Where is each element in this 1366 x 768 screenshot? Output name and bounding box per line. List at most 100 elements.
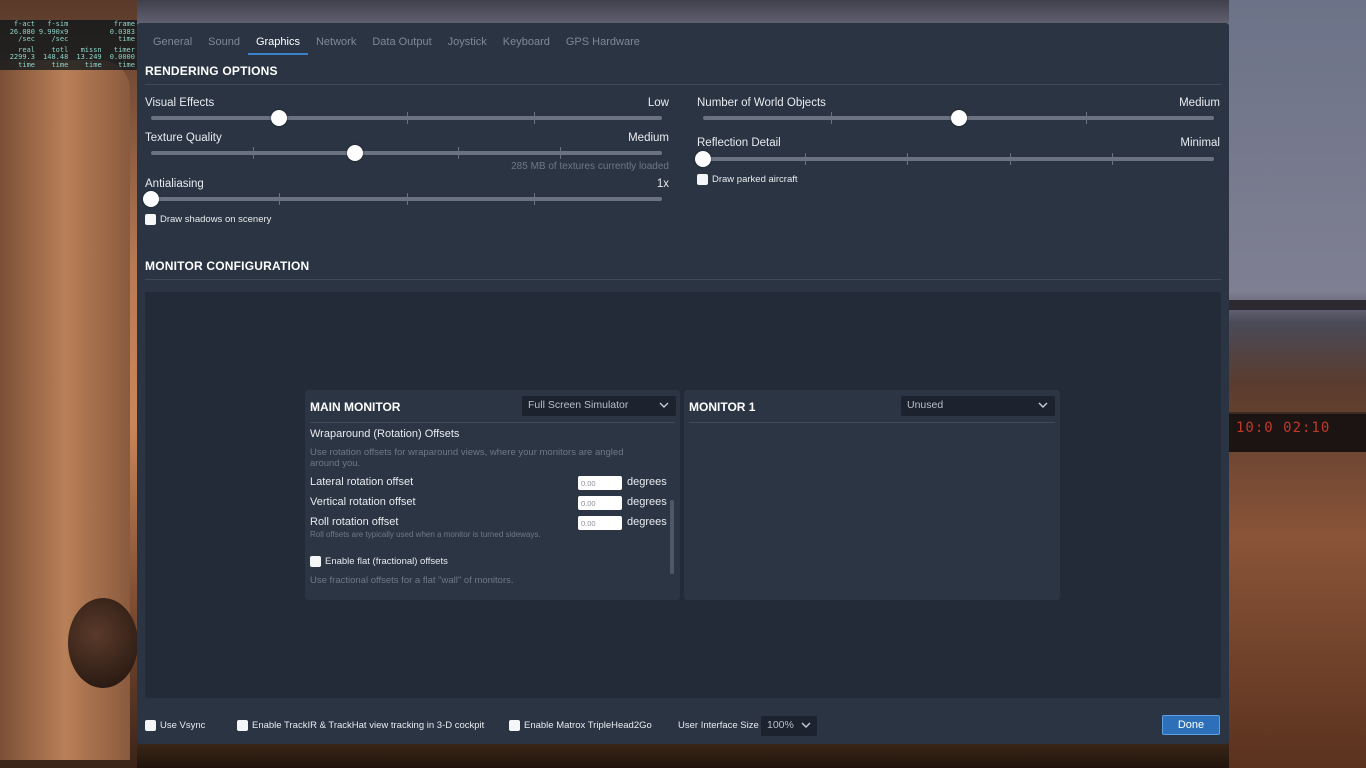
main-monitor-panel[interactable]: MAIN MONITOR Full Screen Simulator Wrapa… — [305, 390, 680, 600]
texture-quality-value: Medium — [628, 132, 669, 144]
fps-cell: time — [51, 60, 69, 69]
vertical-offset-input[interactable]: 0.00 — [578, 496, 622, 510]
flat-offsets-checkbox[interactable]: Enable flat (fractional) offsets — [310, 556, 448, 567]
lateral-offset-unit: degrees — [627, 476, 667, 488]
world-objects-label: Number of World Objects — [697, 97, 826, 109]
slider-tick — [406, 193, 408, 205]
select-value: Unused — [907, 399, 944, 411]
settings-tabs: General Sound Graphics Network Data Outp… — [145, 33, 648, 55]
reflection-detail-value: Minimal — [1180, 137, 1220, 149]
ui-size-label: User Interface Size — [678, 720, 759, 731]
fps-cell: time — [84, 60, 102, 69]
roll-offset-label: Roll rotation offset — [310, 516, 399, 528]
cockpit-right-view — [1229, 0, 1366, 768]
checkbox-label: Enable flat (fractional) offsets — [325, 556, 448, 567]
section-divider — [145, 279, 1221, 280]
draw-shadows-checkbox[interactable]: Draw shadows on scenery — [145, 214, 271, 225]
main-monitor-mode-select[interactable]: Full Screen Simulator — [522, 396, 676, 416]
section-divider — [145, 84, 1221, 85]
texture-memory-hint: 285 MB of textures currently loaded — [511, 161, 669, 172]
cockpit-digital-readout: 10:0 02:10 — [1236, 420, 1331, 436]
tab-graphics[interactable]: Graphics — [247, 33, 308, 55]
tab-data-output[interactable]: Data Output — [364, 33, 439, 55]
lateral-offset-label: Lateral rotation offset — [310, 476, 414, 488]
tab-gps-hardware[interactable]: GPS Hardware — [558, 33, 648, 55]
tab-general[interactable]: General — [145, 33, 200, 55]
cockpit-bottom-frame — [137, 744, 1229, 768]
slider-tick — [805, 153, 807, 165]
checkbox-box[interactable] — [237, 720, 248, 731]
checkbox-label: Draw shadows on scenery — [160, 214, 272, 225]
slider-thumb[interactable] — [143, 191, 159, 207]
slider-track — [703, 157, 1214, 161]
slider-tick — [1086, 112, 1088, 124]
slider-tick — [907, 153, 909, 165]
slider-tick — [830, 112, 832, 124]
matrox-checkbox[interactable]: Enable Matrox TripleHead2Go — [509, 720, 652, 731]
tab-keyboard[interactable]: Keyboard — [495, 33, 558, 55]
tab-network[interactable]: Network — [308, 33, 364, 55]
slider-tick — [559, 147, 561, 159]
panel-scrollbar[interactable] — [670, 500, 674, 574]
vertical-offset-unit: degrees — [627, 496, 667, 508]
flat-offsets-description: Use fractional offsets for a flat "wall"… — [310, 575, 514, 586]
runway-horizon — [1229, 300, 1366, 310]
texture-quality-slider[interactable] — [151, 145, 662, 161]
fps-cell — [69, 21, 102, 29]
ui-size-select[interactable]: 100% — [761, 716, 817, 736]
checkbox-label: Enable Matrox TripleHead2Go — [524, 720, 652, 731]
tab-joystick[interactable]: Joystick — [440, 33, 495, 55]
visual-effects-slider[interactable] — [151, 110, 662, 126]
checkbox-box[interactable] — [145, 720, 156, 731]
fps-cell: /sec — [51, 35, 69, 43]
fps-cell — [69, 36, 102, 44]
checkbox-label: Use Vsync — [160, 720, 206, 731]
visual-effects-label: Visual Effects — [145, 97, 215, 109]
chevron-down-icon — [659, 402, 669, 408]
chevron-down-icon — [1038, 402, 1048, 408]
slider-tick — [278, 193, 280, 205]
monitor-1-title: MONITOR 1 — [689, 400, 756, 414]
world-objects-slider[interactable] — [703, 110, 1214, 126]
roll-offset-unit: degrees — [627, 516, 667, 528]
slider-thumb[interactable] — [270, 110, 287, 126]
roll-offset-input[interactable]: 0.00 — [578, 516, 622, 530]
cockpit-knob — [68, 598, 138, 688]
trackir-checkbox[interactable]: Enable TrackIR & TrackHat view tracking … — [237, 720, 484, 731]
reflection-detail-label: Reflection Detail — [697, 137, 781, 149]
roll-offset-description: Roll offsets are typically used when a m… — [310, 530, 541, 539]
wraparound-description: Use rotation offsets for wraparound view… — [310, 447, 624, 469]
rendering-options-title: RENDERING OPTIONS — [145, 64, 278, 78]
slider-tick — [534, 193, 536, 205]
lateral-offset-input[interactable]: 0.00 — [578, 476, 622, 490]
select-value: 100% — [767, 719, 794, 731]
wraparound-section-title: Wraparound (Rotation) Offsets — [310, 428, 460, 440]
cockpit-top-frame — [137, 0, 1229, 23]
checkbox-box[interactable] — [145, 214, 156, 225]
slider-track — [151, 151, 662, 155]
checkbox-box[interactable] — [310, 556, 321, 567]
panel-divider — [310, 422, 675, 423]
tab-sound[interactable]: Sound — [200, 33, 248, 55]
monitor-1-panel[interactable]: MONITOR 1 Unused — [684, 390, 1060, 600]
slider-thumb[interactable] — [347, 145, 364, 161]
draw-parked-aircraft-checkbox[interactable]: Draw parked aircraft — [697, 174, 798, 185]
monitor-1-mode-select[interactable]: Unused — [901, 396, 1055, 416]
fps-cell: time — [118, 60, 135, 69]
slider-tick — [1111, 153, 1113, 165]
checkbox-box[interactable] — [509, 720, 520, 731]
reflection-detail-slider[interactable] — [695, 151, 1214, 167]
vertical-offset-label: Vertical rotation offset — [310, 496, 416, 508]
slider-thumb[interactable] — [695, 151, 711, 167]
slider-thumb[interactable] — [950, 110, 967, 126]
visual-effects-value: Low — [647, 97, 669, 109]
checkbox-label: Draw parked aircraft — [712, 174, 798, 185]
antialiasing-slider[interactable] — [143, 191, 662, 207]
checkbox-box[interactable] — [697, 174, 708, 185]
fps-cell: time — [18, 60, 35, 69]
vsync-checkbox[interactable]: Use Vsync — [145, 720, 205, 731]
settings-dialog: General Sound Graphics Network Data Outp… — [137, 23, 1229, 744]
done-button[interactable]: Done — [1162, 715, 1220, 735]
antialiasing-value: 1x — [656, 178, 669, 190]
select-value: Full Screen Simulator — [528, 399, 629, 411]
